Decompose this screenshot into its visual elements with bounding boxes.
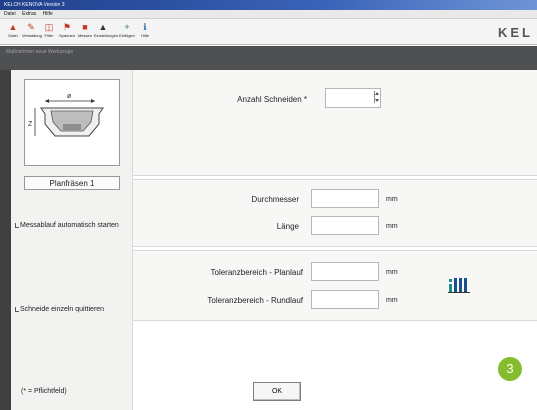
tool-caption: Planfräsen 1 (24, 176, 120, 190)
length-unit: mm (386, 223, 398, 230)
menu-bar: Datei Extras Hilfe (0, 10, 537, 19)
tol-radial-unit: mm (386, 297, 398, 304)
cutters-label: Anzahl Schneiden * (237, 95, 307, 104)
diameter-unit: mm (386, 196, 398, 203)
spinner-icon[interactable] (374, 91, 379, 103)
tol-face-input[interactable] (311, 262, 379, 281)
auto-start-checkbox[interactable]: Messablauf automatisch starten (15, 220, 125, 231)
toolbar-button-verwaltung[interactable]: ✎ Verwaltung (22, 21, 42, 43)
info-icon: ℹ (143, 22, 147, 32)
clamp-icon: ⚑ (62, 22, 72, 32)
diameter-input[interactable] (311, 189, 379, 208)
length-label: Länge (276, 222, 299, 231)
confirm-each-label: Schneide einzeln quittieren (20, 306, 105, 313)
section-header-bar: Maßnahmen neue Werkzeuge (0, 46, 537, 70)
tol-face-unit: mm (386, 269, 398, 276)
toolbar-button-einstellungen[interactable]: ▲ Einstellungen (94, 21, 118, 43)
toolbar-button-datei[interactable]: ▲ Datei (4, 21, 22, 43)
dialog-content: ø Z Planfräsen 1 Messablauf automatisch … (11, 70, 537, 410)
toolbar-button-hilfe[interactable]: ℹ Hilfe (136, 21, 154, 43)
cutters-input[interactable] (325, 88, 381, 108)
menu-item-extras[interactable]: Extras (22, 11, 36, 17)
toolbar-button-einfuegen[interactable]: + Einfügen (118, 21, 136, 43)
step-badge: 3 (498, 357, 522, 381)
tool-sidebar: ø Z Planfräsen 1 Messablauf automatisch … (11, 70, 133, 410)
filter-icon: ◫ (44, 22, 54, 32)
add-icon: + (124, 22, 130, 32)
measure-head-icon: ■ (82, 22, 88, 32)
diameter-label: Durchmesser (251, 195, 299, 204)
app-window: KELCH KENOVA Version 3 Datei Extras Hilf… (0, 0, 537, 410)
svg-text:Z: Z (28, 121, 33, 128)
toolbar-button-filter[interactable]: ◫ Filter (40, 21, 58, 43)
svg-text:ø: ø (67, 93, 72, 100)
length-input[interactable] (311, 216, 379, 235)
brand-logo: KEL (498, 25, 533, 40)
menu-item-datei[interactable]: Datei (4, 11, 16, 17)
measure-icon: ▲ (8, 22, 18, 32)
section-subtitle: Maßnahmen neue Werkzeuge (6, 49, 74, 55)
window-title-bar: KELCH KENOVA Version 3 (0, 0, 537, 10)
tol-radial-label: Toleranzbereich - Rundlauf (207, 296, 303, 305)
tol-face-label: Toleranzbereich - Planlauf (210, 268, 304, 277)
confirm-each-checkbox[interactable]: Schneide einzeln quittieren (15, 304, 133, 315)
menu-item-hilfe[interactable]: Hilfe (43, 11, 53, 17)
tool-drawing: ø Z (24, 79, 120, 166)
toolbar: ▲ Datei ✎ Verwaltung ◫ Filter ⚑ Spannen … (0, 19, 537, 45)
settings-icon: ▲ (98, 22, 108, 32)
required-field-note: (* = Pflichtfeld) (21, 388, 67, 395)
checkbox-icon (15, 223, 19, 228)
auto-start-label: Messablauf automatisch starten (20, 222, 119, 229)
cutters-panel: Anzahl Schneiden * (133, 70, 537, 176)
dimensions-panel: Durchmesser mm Länge mm (133, 179, 537, 247)
tool-icon: ✎ (27, 22, 35, 32)
window-title: KELCH KENOVA Version 3 (4, 2, 65, 8)
tol-radial-input[interactable] (311, 290, 379, 309)
toolbar-button-messen[interactable]: ■ Messen (76, 21, 94, 43)
ok-button[interactable]: OK (253, 382, 301, 401)
checkbox-icon (15, 307, 19, 312)
tolerance-panel: Toleranzbereich - Planlauf mm Toleranzbe… (133, 250, 537, 321)
toolbar-button-spannen[interactable]: ⚑ Spannen (58, 21, 76, 43)
left-frame-strip (0, 70, 11, 410)
meter-button[interactable] (448, 276, 472, 293)
bar-gauge-icon (448, 278, 470, 293)
face-mill-drawing-icon: ø Z (28, 93, 104, 137)
